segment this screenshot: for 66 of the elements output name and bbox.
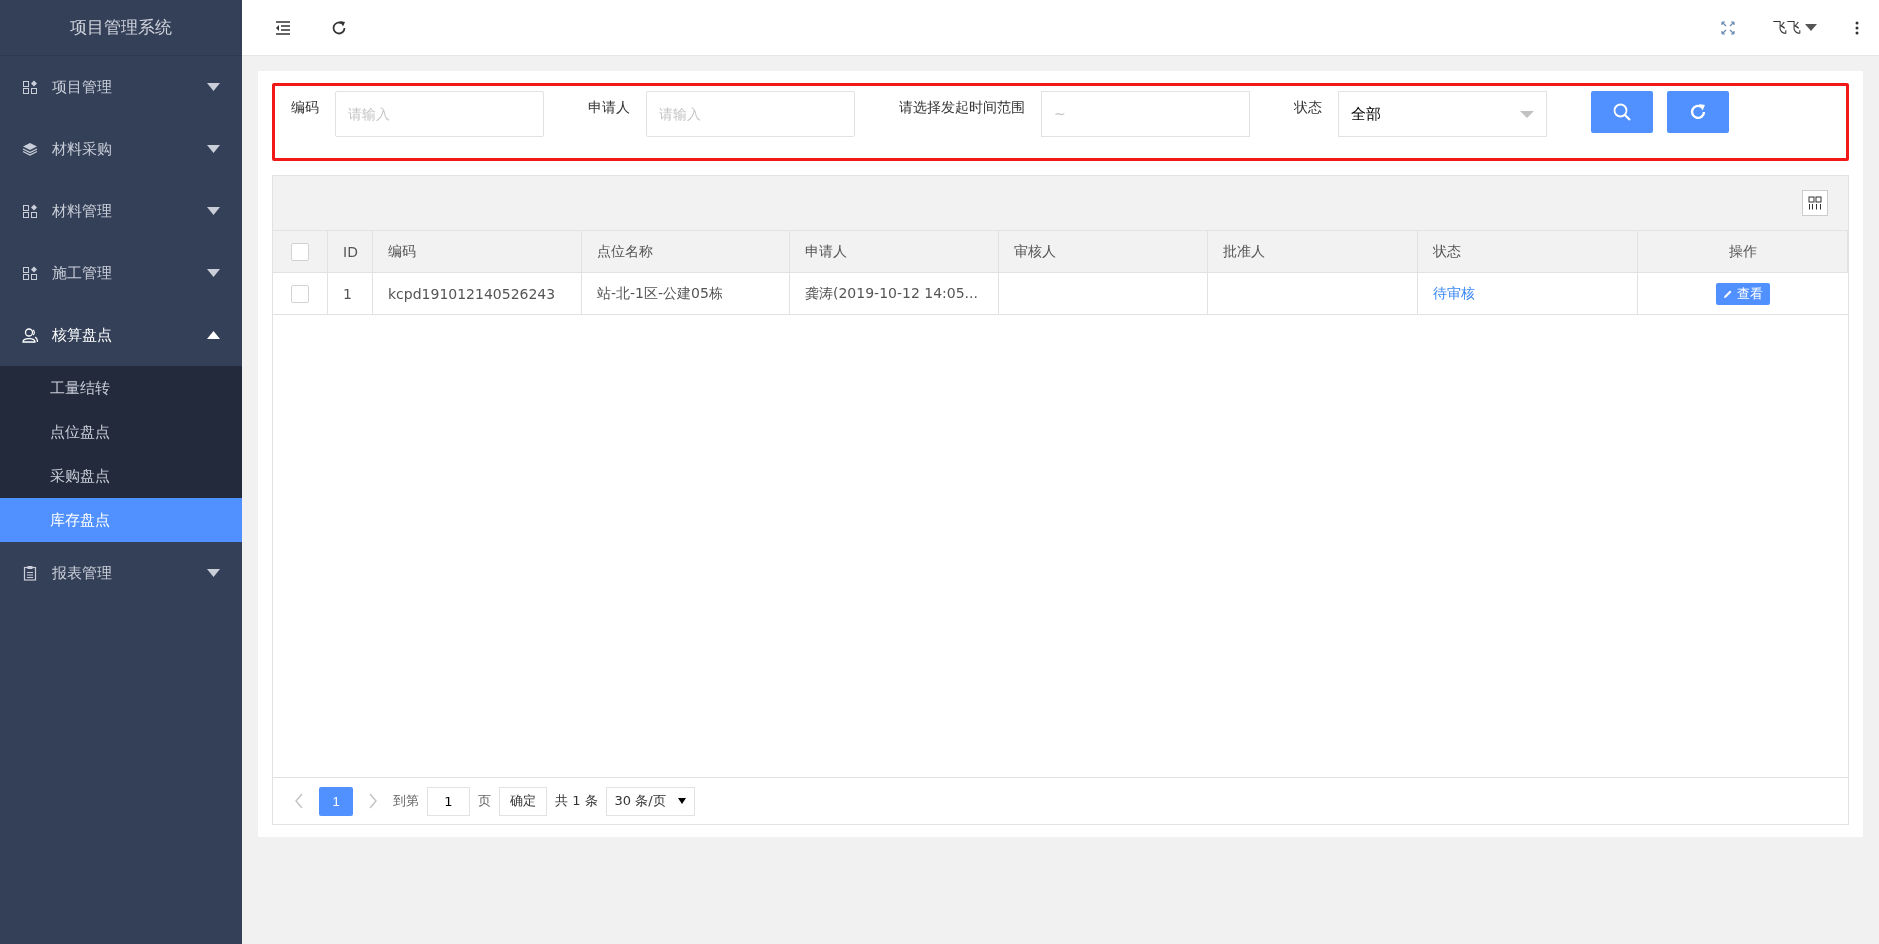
caret-icon — [1805, 24, 1817, 31]
search-button[interactable] — [1591, 91, 1653, 133]
filter-label: 编码 — [291, 98, 319, 117]
table-cell: 1 — [328, 273, 373, 315]
table-cell: 站-北-1区-公建05栋 — [582, 273, 790, 315]
column-header: 点位名称 — [582, 231, 790, 273]
status-select[interactable]: 全部 — [1338, 91, 1547, 137]
layers-icon — [22, 141, 38, 157]
column-header: ID — [328, 231, 373, 273]
goto-label: 到第 — [393, 792, 419, 810]
clipboard-icon — [22, 565, 38, 581]
input-field[interactable]: 请输入 — [335, 91, 544, 137]
reset-button[interactable] — [1667, 91, 1729, 133]
refresh-icon — [1688, 102, 1708, 122]
sidebar-menu-item[interactable]: 材料采购 — [0, 118, 242, 180]
total-count: 共 1 条 — [555, 792, 598, 810]
page-unit-label: 页 — [478, 792, 491, 810]
sidebar-menu-item[interactable]: 施工管理 — [0, 242, 242, 304]
column-header: 批准人 — [1208, 231, 1418, 273]
menu-collapse-icon[interactable] — [274, 18, 292, 37]
sidebar-submenu-item[interactable]: 点位盘点 — [0, 410, 242, 454]
pencil-icon — [1723, 288, 1733, 299]
caret-icon — [207, 207, 220, 215]
search-icon — [1612, 102, 1632, 122]
column-header: 审核人 — [999, 231, 1208, 273]
columns-icon — [1808, 196, 1822, 210]
column-header: 申请人 — [790, 231, 999, 273]
sidebar-menu-item[interactable]: 核算盘点 — [0, 304, 242, 366]
caret-icon — [207, 145, 220, 153]
confirm-button[interactable]: 确定 — [499, 786, 547, 816]
user-menu[interactable]: 飞飞 — [1773, 18, 1817, 37]
previous-page-icon[interactable] — [293, 793, 305, 809]
checkbox[interactable] — [291, 242, 309, 261]
column-header: 编码 — [373, 231, 582, 273]
column-header: 操作 — [1638, 231, 1848, 273]
page-size-select[interactable]: 30 条/页 — [605, 786, 695, 816]
caret-icon — [207, 269, 220, 277]
input-field[interactable]: 请输入 — [646, 91, 855, 137]
fullscreen-icon[interactable] — [1721, 20, 1735, 35]
grid-icon — [22, 79, 38, 95]
caret-icon — [207, 569, 220, 577]
filter-label: 状态 — [1294, 98, 1322, 117]
grid-icon — [22, 203, 38, 219]
filter-label: 申请人 — [588, 98, 630, 117]
next-page-icon[interactable] — [367, 793, 379, 809]
caret-icon — [677, 798, 686, 804]
sidebar-menu-item[interactable]: 材料管理 — [0, 180, 242, 242]
page-input[interactable]: 1 — [427, 786, 470, 816]
user-icon — [22, 327, 38, 343]
grid-icon — [22, 265, 38, 281]
refresh-icon[interactable] — [330, 18, 348, 37]
sidebar-menu-item[interactable]: 报表管理 — [0, 542, 242, 604]
sidebar-menu-item[interactable]: 项目管理 — [0, 56, 242, 118]
caret-icon — [207, 331, 220, 339]
status-link[interactable]: 待审核 — [1433, 284, 1475, 303]
column-settings-button[interactable] — [1802, 190, 1828, 216]
table-cell: 龚涛(2019-10-12 14:05... — [790, 273, 999, 315]
column-header: 状态 — [1418, 231, 1638, 273]
sidebar-submenu-item[interactable]: 采购盘点 — [0, 454, 242, 498]
filter-label: 请选择发起时间范围 — [899, 98, 1025, 117]
checkbox[interactable] — [291, 284, 309, 303]
sidebar-submenu-item[interactable]: 工量结转 — [0, 366, 242, 410]
caret-icon — [207, 83, 220, 91]
caret-icon — [1520, 110, 1534, 118]
table-cell: kcpd191012140526243 — [373, 273, 582, 315]
more-icon[interactable] — [1855, 20, 1859, 35]
